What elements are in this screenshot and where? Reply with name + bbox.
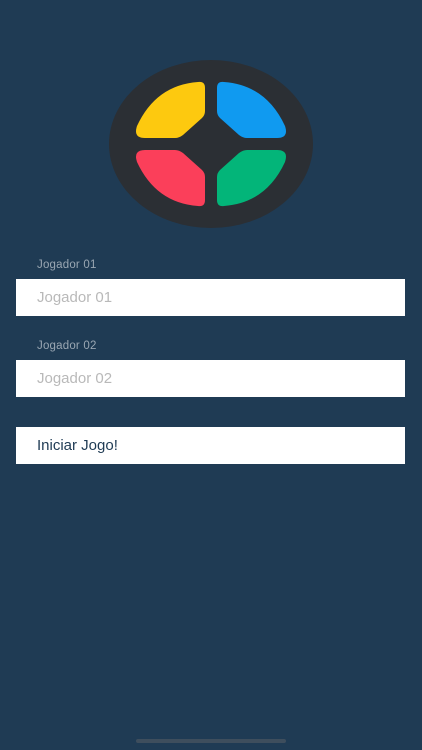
player2-label: Jogador 02 (37, 340, 97, 352)
player1-label: Jogador 01 (37, 259, 97, 271)
logo-ring (109, 60, 313, 228)
start-game-button[interactable]: Iniciar Jogo! (16, 427, 405, 464)
player2-name-input[interactable] (16, 360, 405, 397)
player1-name-input[interactable] (16, 279, 405, 316)
simon-game-logo (109, 60, 313, 228)
home-indicator[interactable] (136, 739, 286, 743)
